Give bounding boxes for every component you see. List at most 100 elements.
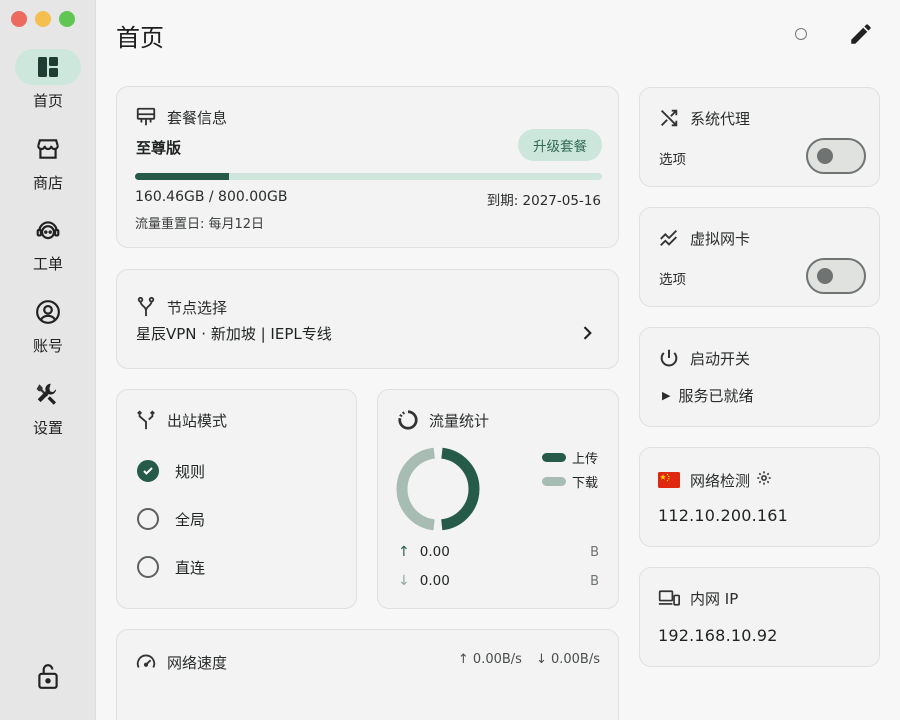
- upload-traffic-value: 0.00: [419, 544, 450, 560]
- plan-card-title: 套餐信息: [135, 106, 227, 128]
- chevron-right-icon: [577, 323, 597, 347]
- legend-download-label: 下载: [572, 476, 599, 491]
- lan-ip-card: 内网 IP 192.168.10.92: [639, 567, 880, 667]
- china-flag-icon: [658, 469, 680, 491]
- radio-unchecked-icon: [137, 508, 159, 530]
- download-traffic-value: 0.00: [419, 573, 450, 589]
- sidebar-item-home[interactable]: 首页: [0, 49, 96, 111]
- node-select-card[interactable]: 节点选择 星辰VPN · 新加坡 | IEPL专线: [116, 269, 619, 369]
- outbound-mode-card: 出站模式 规则 全局 直连: [116, 389, 357, 609]
- lan-ip: 192.168.10.92: [658, 626, 778, 645]
- outbound-option-label: 规则: [175, 462, 206, 481]
- gear-icon[interactable]: [756, 470, 772, 490]
- traffic-donut: [396, 447, 480, 531]
- speed-title-text: 网络速度: [167, 653, 228, 672]
- dashboard-icon: [15, 49, 81, 85]
- download-swatch: [542, 477, 566, 486]
- merge-icon: [135, 409, 157, 431]
- outbound-option-global[interactable]: 全局: [137, 508, 205, 530]
- page-title: 首页: [116, 24, 164, 52]
- upgrade-plan-button[interactable]: 升级套餐: [518, 129, 602, 161]
- upload-swatch: [542, 453, 566, 462]
- proxy-option-label: 选项: [659, 152, 686, 168]
- donut-chart-icon: [397, 409, 419, 431]
- shuffle-icon: [658, 107, 680, 129]
- upload-traffic-row: ↑ 0.00: [398, 544, 450, 560]
- legend-upload-label: 上传: [572, 452, 599, 467]
- status-circle-icon[interactable]: [795, 28, 807, 40]
- virtual-nic-toggle[interactable]: [806, 258, 866, 294]
- proxy-title-text: 系统代理: [690, 109, 751, 128]
- speedometer-icon: [135, 651, 157, 673]
- minimize-window-button[interactable]: [35, 11, 51, 27]
- tun-card-title: 虚拟网卡: [658, 227, 750, 249]
- plan-icon: [135, 106, 157, 128]
- sidebar: 首页 商店 工单 账号 设置: [0, 0, 96, 720]
- sidebar-item-label: 工单: [32, 255, 63, 273]
- trending-icon: [658, 227, 680, 249]
- traffic-stats-card: 流量统计 上传 下载 ↑ 0.00 B ↓ 0.00 B: [377, 389, 619, 609]
- plan-name: 至尊版: [136, 139, 182, 157]
- support-agent-icon: [15, 212, 81, 248]
- sidebar-item-account[interactable]: 账号: [0, 294, 96, 356]
- edit-icon[interactable]: [848, 21, 874, 51]
- sidebar-item-label: 商店: [32, 174, 63, 192]
- close-window-button[interactable]: [11, 11, 27, 27]
- outbound-title-text: 出站模式: [167, 411, 228, 430]
- sidebar-item-label: 首页: [32, 92, 63, 110]
- system-proxy-card: 系统代理 选项: [639, 87, 880, 187]
- power-icon: [658, 347, 680, 369]
- service-card-title: 启动开关: [658, 347, 750, 369]
- service-switch-card[interactable]: 启动开关 ▶ 服务已就绪: [639, 327, 880, 427]
- plan-card: 套餐信息 至尊版 升级套餐 160.46GB / 800.00GB 到期: 20…: [116, 86, 619, 248]
- netcheck-title-text: 网络检测: [690, 471, 751, 490]
- outbound-card-title: 出站模式: [135, 409, 227, 431]
- selected-node: 星辰VPN · 新加坡 | IEPL专线: [136, 325, 332, 343]
- store-icon: [15, 131, 81, 167]
- lock-icon[interactable]: [35, 662, 61, 694]
- node-title-text: 节点选择: [167, 298, 228, 317]
- sidebar-item-label: 账号: [32, 337, 63, 355]
- lan-title-text: 内网 IP: [690, 589, 739, 608]
- outbound-option-rule[interactable]: 规则: [137, 460, 205, 482]
- toggle-knob: [817, 148, 833, 164]
- public-ip: 112.10.200.161: [658, 506, 789, 525]
- sidebar-item-store[interactable]: 商店: [0, 131, 96, 193]
- outbound-option-direct[interactable]: 直连: [137, 556, 205, 578]
- reset-day: 流量重置日: 每月12日: [135, 217, 265, 232]
- arrow-up-icon: ↑: [398, 544, 410, 560]
- proxy-card-title: 系统代理: [658, 107, 750, 129]
- account-icon: [15, 294, 81, 330]
- download-unit: B: [590, 574, 599, 589]
- radio-unchecked-icon: [137, 556, 159, 578]
- service-status-text: 服务已就绪: [678, 387, 754, 405]
- toggle-knob: [817, 268, 833, 284]
- sidebar-item-tickets[interactable]: 工单: [0, 212, 96, 274]
- usage-progress-fill: [135, 173, 229, 180]
- legend-download: 下载: [542, 472, 598, 491]
- usage-progress-bar: [135, 173, 602, 180]
- fork-icon: [135, 296, 157, 318]
- zoom-window-button[interactable]: [59, 11, 75, 27]
- speed-values: ↑ 0.00B/s ↓ 0.00B/s: [458, 652, 600, 667]
- lan-card-title: 内网 IP: [658, 587, 738, 609]
- network-check-card: 网络检测 112.10.200.161: [639, 447, 880, 547]
- devices-icon: [658, 587, 680, 609]
- service-status: ▶ 服务已就绪: [662, 385, 753, 406]
- upload-speed: ↑ 0.00B/s: [457, 652, 522, 667]
- play-icon: ▶: [662, 389, 671, 402]
- system-proxy-toggle[interactable]: [806, 138, 866, 174]
- network-speed-card: 网络速度 ↑ 0.00B/s ↓ 0.00B/s: [116, 629, 619, 720]
- tun-option-label: 选项: [659, 272, 686, 288]
- outbound-option-label: 直连: [175, 558, 206, 577]
- sidebar-item-settings[interactable]: 设置: [0, 376, 96, 438]
- outbound-option-label: 全局: [175, 510, 206, 529]
- plan-title-text: 套餐信息: [167, 108, 228, 127]
- speed-card-title: 网络速度: [135, 651, 227, 673]
- netcheck-card-title: 网络检测: [658, 469, 772, 491]
- legend-upload: 上传: [542, 448, 598, 467]
- download-speed: ↓ 0.00B/s: [535, 652, 600, 667]
- upload-unit: B: [590, 545, 599, 560]
- tun-title-text: 虚拟网卡: [690, 229, 751, 248]
- usage-text: 160.46GB / 800.00GB: [135, 189, 288, 205]
